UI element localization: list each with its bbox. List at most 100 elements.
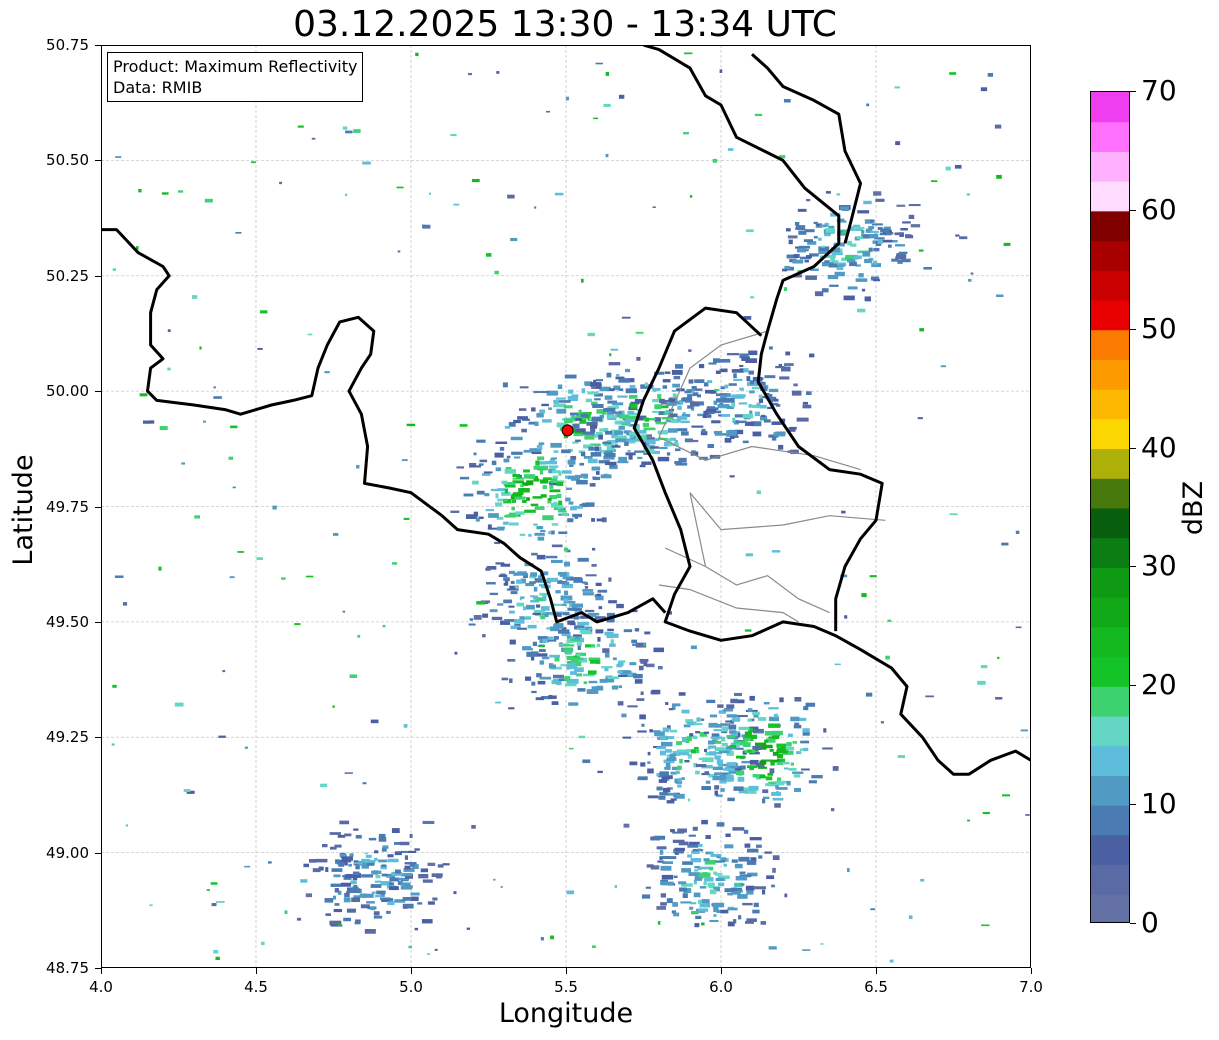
echo-pixel (514, 496, 526, 500)
echo-pixel (784, 363, 794, 366)
echo-pixel (408, 945, 412, 949)
echo-pixel (381, 864, 387, 867)
echo-pixel (824, 260, 830, 263)
echo-pixel (669, 729, 678, 733)
echo-pixel (715, 877, 724, 882)
echo-pixel (675, 770, 680, 775)
echo-pixel (644, 417, 650, 422)
echo-pixel (552, 475, 558, 479)
echo-pixel (639, 464, 646, 468)
echo-pixel (997, 656, 1000, 659)
echo-pixel (489, 592, 499, 596)
echo-pixel (724, 844, 734, 849)
echo-pixel (788, 767, 797, 771)
echo-pixel (681, 709, 690, 714)
echo-pixel (875, 198, 885, 202)
echo-pixel (499, 446, 505, 451)
echo-pixel (764, 739, 769, 743)
echo-pixel (346, 908, 357, 913)
echo-pixel (534, 532, 545, 536)
echo-pixel (573, 578, 583, 583)
echo-pixel (689, 195, 693, 198)
echo-pixel (675, 852, 679, 855)
echo-pixel (748, 404, 752, 408)
echo-pixel (332, 532, 339, 536)
echo-pixel (653, 835, 666, 840)
echo-pixel (312, 868, 321, 873)
echo-pixel (846, 868, 850, 873)
echo-pixel (585, 574, 597, 577)
echo-pixel (410, 892, 420, 896)
echo-pixel (955, 234, 960, 237)
echo-pixel (745, 885, 755, 891)
echo-pixel (618, 415, 631, 419)
echo-pixel (720, 386, 725, 390)
x-tick-label: 6.0 (709, 978, 733, 996)
echo-pixel (536, 554, 546, 560)
echo-pixel (354, 921, 361, 925)
echo-pixel (279, 181, 282, 185)
echo-pixel (732, 827, 745, 831)
echo-pixel (211, 903, 217, 907)
echo-pixel (677, 765, 682, 770)
echo-pixel (500, 563, 511, 567)
x-tick-label: 4.0 (89, 978, 113, 996)
echo-pixel (802, 728, 810, 733)
echo-pixel (527, 624, 537, 629)
echo-pixel (695, 915, 702, 920)
echo-pixel (534, 506, 545, 510)
echo-pixel (678, 457, 687, 463)
echo-pixel (579, 462, 585, 466)
echo-pixel (657, 921, 661, 925)
echo-pixel (720, 777, 727, 781)
echo-pixel (645, 886, 651, 889)
echo-pixel (783, 99, 791, 103)
echo-pixel (526, 604, 535, 610)
echo-pixel (394, 851, 402, 856)
echo-pixel (660, 865, 672, 871)
echo-pixel (617, 395, 628, 398)
echo-pixel (747, 749, 752, 753)
echo-pixel (684, 390, 692, 394)
echo-pixel (709, 889, 717, 895)
echo-pixel (602, 441, 612, 445)
colorbar-segment (1091, 805, 1129, 836)
echo-pixel (794, 787, 802, 792)
echo-pixel (887, 619, 892, 622)
echo-pixel (456, 466, 465, 469)
echo-pixel (259, 310, 268, 314)
echo-pixel (575, 439, 581, 442)
echo-pixel (693, 869, 699, 872)
echo-pixel (497, 603, 504, 606)
echo-pixel (708, 751, 717, 756)
echo-pixel (752, 774, 760, 778)
echo-pixel (414, 927, 419, 931)
echo-pixel (568, 501, 574, 505)
echo-pixel (793, 254, 800, 258)
echo-pixel (611, 411, 622, 414)
echo-pixel (539, 676, 552, 680)
echo-pixel (564, 683, 577, 687)
echo-pixel (790, 762, 794, 766)
echo-pixel (804, 259, 809, 263)
echo-pixel (343, 897, 351, 903)
echo-pixel (554, 657, 560, 662)
echo-pixel (694, 379, 705, 384)
echo-pixel (523, 469, 530, 473)
echo-pixel (696, 717, 701, 722)
echo-pixel (765, 776, 773, 781)
echo-pixel (908, 204, 921, 207)
echo-pixel (949, 72, 957, 75)
echo-pixel (591, 945, 596, 949)
echo-pixel (887, 244, 892, 248)
echo-pixel (720, 909, 729, 914)
echo-pixel (695, 764, 707, 768)
echo-pixel (749, 390, 755, 394)
echo-pixel (471, 825, 476, 829)
echo-pixel (762, 789, 769, 794)
echo-pixel (538, 442, 545, 445)
echo-pixel (491, 460, 497, 466)
echo-pixel (726, 704, 735, 709)
echo-pixel (689, 841, 700, 845)
echo-pixel (918, 249, 924, 252)
